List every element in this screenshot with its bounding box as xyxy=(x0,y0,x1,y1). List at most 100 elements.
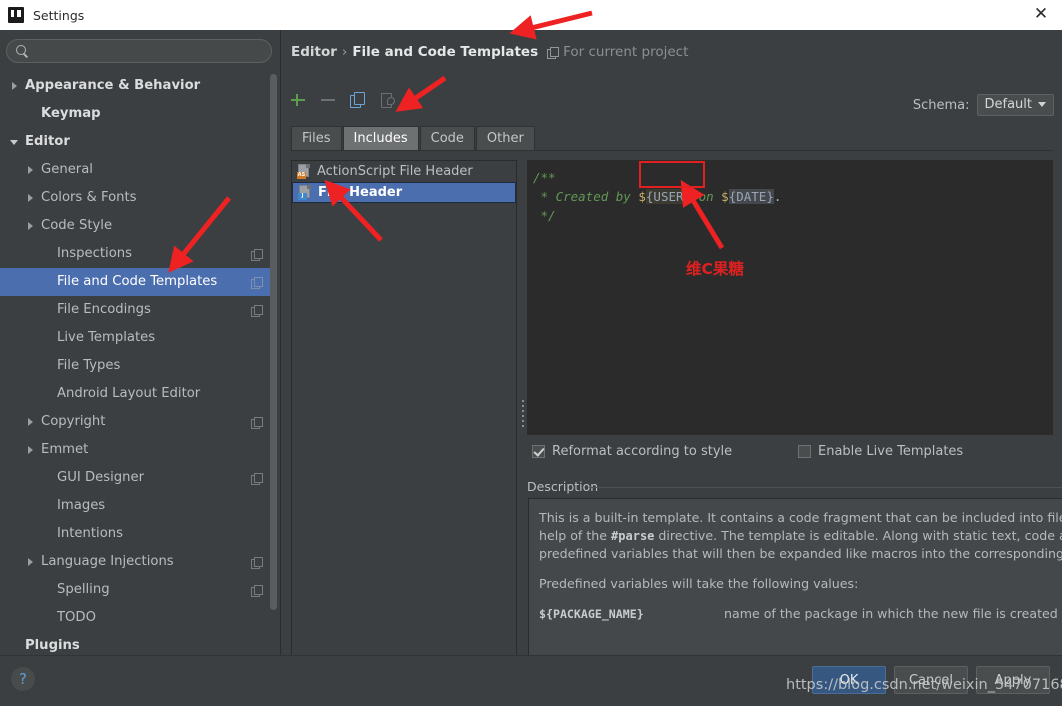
chevron-down-icon[interactable] xyxy=(10,137,20,147)
tab-includes[interactable]: Includes xyxy=(342,126,419,150)
variable-name: ${PACKAGE_NAME} xyxy=(539,607,644,621)
list-item-label: File Header xyxy=(318,185,403,200)
chevron-right-icon[interactable] xyxy=(26,417,36,427)
settings-detail-pane: Editor › File and Code Templates For cur… xyxy=(282,30,1062,668)
sidebar-item-todo[interactable]: TODO xyxy=(0,604,272,632)
window-titlebar: Settings ✕ xyxy=(0,0,1062,30)
chevron-right-icon[interactable] xyxy=(10,81,20,91)
code-line: /** xyxy=(533,168,1052,187)
search-box[interactable] xyxy=(6,39,272,63)
sidebar-item-file-types[interactable]: File Types xyxy=(0,352,272,380)
search-icon xyxy=(16,45,28,57)
sidebar-item-label: Copyright xyxy=(41,414,106,429)
sidebar-item-editor[interactable]: Editor xyxy=(0,128,272,156)
sidebar-item-label: Keymap xyxy=(41,106,101,121)
breadcrumb: Editor › File and Code Templates For cur… xyxy=(291,43,688,61)
project-scope-icon xyxy=(251,557,263,569)
pane-splitter[interactable] xyxy=(519,160,527,668)
sidebar-item-label: Appearance & Behavior xyxy=(25,78,201,93)
sidebar-item-general[interactable]: General xyxy=(0,156,272,184)
sidebar-item-label: Inspections xyxy=(57,246,132,261)
sidebar-item-file-encodings[interactable]: File Encodings xyxy=(0,296,272,324)
code-token: {DATE} xyxy=(728,189,774,204)
chevron-right-icon[interactable] xyxy=(26,165,36,175)
template-tabs: Files Includes Code Other xyxy=(291,126,1053,151)
sidebar-item-gui-designer[interactable]: GUI Designer xyxy=(0,464,272,492)
live-templates-checkbox-label: Enable Live Templates xyxy=(818,444,964,459)
sidebar-item-intentions[interactable]: Intentions xyxy=(0,520,272,548)
sidebar-item-colors-fonts[interactable]: Colors & Fonts xyxy=(0,184,272,212)
plus-icon[interactable] xyxy=(290,92,306,108)
tab-other[interactable]: Other xyxy=(475,126,535,150)
settings-tree[interactable]: Appearance & Behavior Keymap Editor General… xyxy=(0,72,281,655)
code-token: /** xyxy=(533,170,556,185)
breadcrumb-separator: › xyxy=(341,44,348,60)
sidebar-item-label: Android Layout Editor xyxy=(57,386,201,401)
template-code-editor[interactable]: /** * Created by ${USER} on ${DATE}. */ xyxy=(527,160,1053,435)
chevron-right-icon[interactable] xyxy=(26,445,36,455)
description-panel: This is a built-in template. It contains… xyxy=(528,498,1062,668)
description-variable-row: ${PACKAGE_NAME} name of the package in w… xyxy=(539,605,1062,623)
watermark: https://blog.csdn.net/weixin_54707168 xyxy=(786,677,1062,693)
window-title: Settings xyxy=(33,7,85,23)
file-template-icon: J xyxy=(298,185,312,200)
search-input[interactable] xyxy=(34,44,271,58)
sidebar-item-label: Images xyxy=(57,498,106,513)
sidebar-item-spelling[interactable]: Spelling xyxy=(0,576,272,604)
tab-code[interactable]: Code xyxy=(419,126,475,150)
breadcrumb-parent[interactable]: Editor xyxy=(291,44,337,60)
sidebar-item-images[interactable]: Images xyxy=(0,492,272,520)
schema-dropdown[interactable]: Default xyxy=(976,94,1054,116)
reformat-checkbox[interactable]: Reformat according to style xyxy=(532,444,732,459)
sidebar-item-file-and-code-templates[interactable]: File and Code Templates xyxy=(0,268,272,296)
template-options: Reformat according to style Enable Live … xyxy=(532,442,1052,464)
settings-dialog: Settings ✕ Appearance & Behavior Keymap Ed… xyxy=(0,0,1062,706)
code-token: */ xyxy=(533,208,556,223)
sidebar-item-code-style[interactable]: Code Style xyxy=(0,212,272,240)
template-list[interactable]: AS ActionScript File Header J File Header xyxy=(291,160,517,668)
chevron-right-icon[interactable] xyxy=(26,221,36,231)
sidebar-item-label: File Types xyxy=(57,358,121,373)
tab-files[interactable]: Files xyxy=(291,126,342,150)
code-token: on xyxy=(691,189,722,204)
schema-label: Schema: xyxy=(912,97,970,113)
sidebar-scrollbar[interactable] xyxy=(270,74,277,610)
help-icon[interactable]: ? xyxy=(11,667,35,691)
project-scope-icon xyxy=(251,417,263,429)
checkbox-box xyxy=(532,445,545,458)
list-item[interactable]: AS ActionScript File Header xyxy=(292,161,516,182)
reset-icon[interactable] xyxy=(380,92,396,108)
sidebar-item-emmet[interactable]: Emmet xyxy=(0,436,272,464)
minus-icon[interactable] xyxy=(320,92,336,108)
sidebar-item-language-injections[interactable]: Language Injections xyxy=(0,548,272,576)
chevron-right-icon[interactable] xyxy=(26,557,36,567)
sidebar-item-plugins[interactable]: Plugins xyxy=(0,632,272,655)
sidebar-item-label: Spelling xyxy=(57,582,110,597)
code-line: * Created by ${USER} on ${DATE}. xyxy=(533,187,1052,206)
sidebar-item-keymap[interactable]: Keymap xyxy=(0,100,272,128)
project-scope-icon xyxy=(251,473,263,485)
sidebar-item-inspections[interactable]: Inspections xyxy=(0,240,272,268)
sidebar-item-android-layout-editor[interactable]: Android Layout Editor xyxy=(0,380,272,408)
list-item[interactable]: J File Header xyxy=(292,182,516,203)
description-paragraph-1: This is a built-in template. It contains… xyxy=(539,510,1062,561)
description-divider xyxy=(589,487,1062,488)
chevron-right-icon[interactable] xyxy=(26,193,36,203)
close-icon[interactable]: ✕ xyxy=(1032,6,1050,24)
project-scope-icon xyxy=(251,277,263,289)
sidebar-item-appearance-behavior[interactable]: Appearance & Behavior xyxy=(0,72,272,100)
live-templates-checkbox[interactable]: Enable Live Templates xyxy=(798,444,963,459)
sidebar-item-label: File Encodings xyxy=(57,302,151,317)
copy-icon[interactable] xyxy=(350,92,366,108)
sidebar-item-live-templates[interactable]: Live Templates xyxy=(0,324,272,352)
sidebar-item-copyright[interactable]: Copyright xyxy=(0,408,272,436)
project-scope-icon xyxy=(251,305,263,317)
